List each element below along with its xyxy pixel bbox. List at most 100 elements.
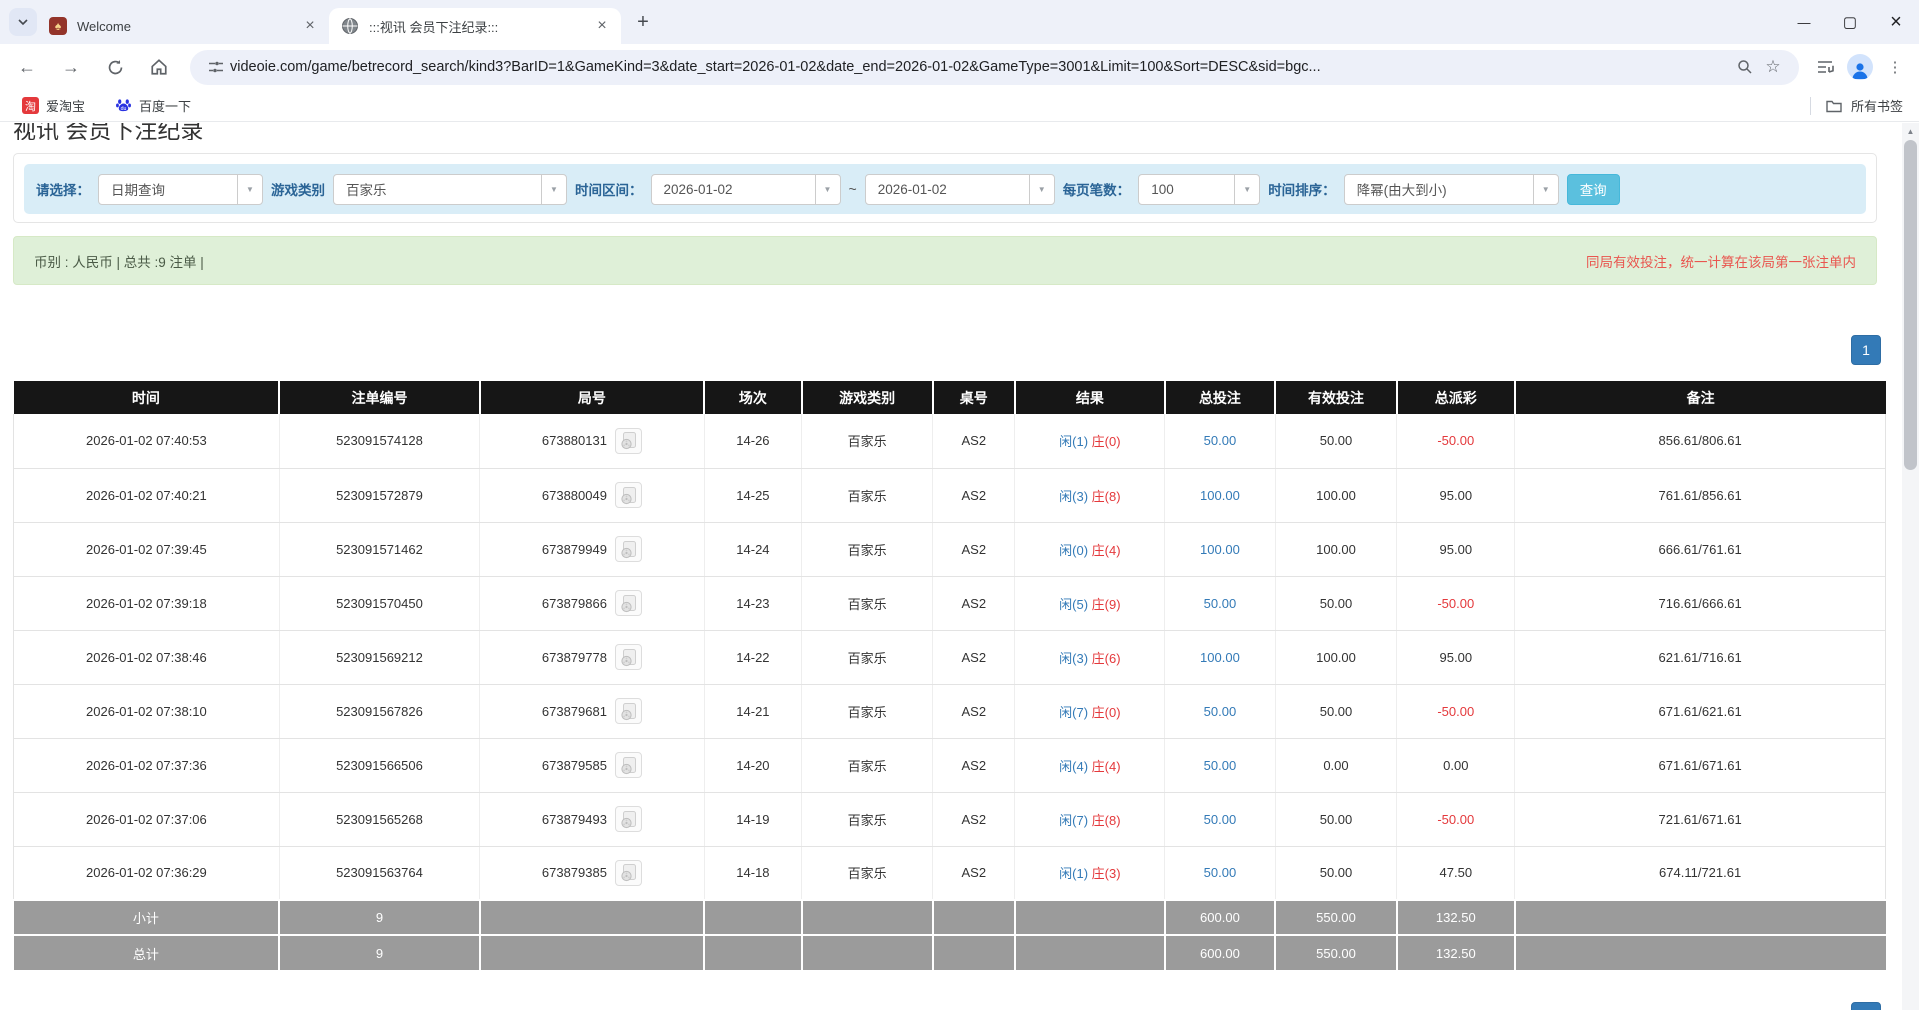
- table-header: 时间 注单编号 局号 场次 游戏类别 桌号 结果 总投注 有效投注 总派彩 备注: [14, 381, 1886, 414]
- cell-valid-bet: 50.00: [1275, 792, 1397, 846]
- footer-total-bet: 600.00: [1165, 935, 1275, 970]
- maximize-button[interactable]: ▢: [1827, 0, 1873, 44]
- cell-time: 2026-01-02 07:40:21: [14, 468, 280, 522]
- tab-welcome[interactable]: ♠ Welcome ×: [37, 8, 329, 44]
- cell-total-bet[interactable]: 50.00: [1165, 846, 1275, 900]
- bookmark-baidu[interactable]: du 百度一下: [107, 92, 199, 120]
- bookmark-star-icon[interactable]: ☆: [1759, 53, 1787, 81]
- video-replay-button[interactable]: [615, 482, 642, 508]
- cell-payout: -50.00: [1397, 576, 1515, 630]
- cell-total-bet[interactable]: 100.00: [1165, 630, 1275, 684]
- profile-avatar[interactable]: [1847, 54, 1873, 80]
- cell-result: 闲(0) 庄(4): [1015, 522, 1165, 576]
- video-replay-button[interactable]: [615, 644, 642, 670]
- tab-close-icon[interactable]: ×: [301, 17, 319, 35]
- col-valid-bet: 有效投注: [1275, 381, 1397, 414]
- footer-payout: 132.50: [1397, 935, 1515, 970]
- cell-bet-no: 523091563764: [279, 846, 479, 900]
- table-body: 2026-01-02 07:40:53 523091574128 6738801…: [14, 414, 1886, 900]
- page-1-button[interactable]: 1: [1851, 335, 1881, 365]
- forward-button[interactable]: →: [54, 50, 88, 84]
- video-replay-button[interactable]: [615, 536, 642, 562]
- date-start-input[interactable]: 2026-01-02 ▼: [651, 174, 841, 205]
- table-footer-row: 总计 9 600.00 550.00 132.50: [14, 935, 1886, 970]
- page-content: 视讯 会员下注纪录 请选择： 日期查询 ▼ 游戏类别 百家乐 ▼ 时间区间： 2…: [0, 123, 1902, 1010]
- reload-button[interactable]: [98, 50, 132, 84]
- video-replay-button[interactable]: [615, 860, 642, 886]
- zoom-icon[interactable]: [1731, 53, 1759, 81]
- home-button[interactable]: [142, 50, 176, 84]
- tab-close-icon[interactable]: ×: [593, 17, 611, 35]
- url-text[interactable]: videoie.com/game/betrecord_search/kind3?…: [230, 59, 1731, 75]
- cell-total-bet[interactable]: 50.00: [1165, 684, 1275, 738]
- cell-note: 666.61/761.61: [1515, 522, 1886, 576]
- media-controls-icon[interactable]: [1811, 53, 1839, 81]
- all-bookmarks[interactable]: 所有书签: [1810, 96, 1919, 115]
- video-replay-button[interactable]: [615, 752, 642, 778]
- tab-search-button[interactable]: [9, 8, 37, 36]
- video-replay-button[interactable]: [615, 806, 642, 832]
- cell-total-bet[interactable]: 100.00: [1165, 522, 1275, 576]
- site-settings-tune-icon[interactable]: [202, 53, 230, 81]
- cell-time: 2026-01-02 07:38:10: [14, 684, 280, 738]
- page-1-button[interactable]: 1: [1851, 1002, 1881, 1010]
- cell-payout: -50.00: [1397, 414, 1515, 468]
- query-type-select[interactable]: 日期查询 ▼: [98, 174, 263, 205]
- cell-valid-bet: 50.00: [1275, 846, 1397, 900]
- cell-session: 14-22: [704, 630, 801, 684]
- cell-round-no: 673880131: [480, 414, 705, 468]
- cell-round-no: 673880049: [480, 468, 705, 522]
- browser-menu-icon[interactable]: ⋮: [1881, 53, 1909, 81]
- cell-payout: 95.00: [1397, 468, 1515, 522]
- col-session: 场次: [704, 381, 801, 414]
- vertical-scrollbar[interactable]: ▲: [1902, 123, 1919, 1010]
- home-icon: [150, 58, 168, 76]
- table-row: 2026-01-02 07:40:53 523091574128 6738801…: [14, 414, 1886, 468]
- cell-table: AS2: [933, 630, 1015, 684]
- per-page-label: 每页笔数：: [1063, 179, 1131, 199]
- table-footer-row: 小计 9 600.00 550.00 132.50: [14, 900, 1886, 935]
- cell-total-bet[interactable]: 50.00: [1165, 576, 1275, 630]
- game-kind-select[interactable]: 百家乐 ▼: [333, 174, 567, 205]
- col-table: 桌号: [933, 381, 1015, 414]
- cell-round-no: 673879778: [480, 630, 705, 684]
- cell-payout: -50.00: [1397, 684, 1515, 738]
- divider: [1810, 97, 1811, 115]
- cell-bet-no: 523091571462: [279, 522, 479, 576]
- new-tab-button[interactable]: +: [629, 8, 657, 36]
- query-button[interactable]: 查询: [1567, 174, 1620, 205]
- filter-bar: 请选择： 日期查询 ▼ 游戏类别 百家乐 ▼ 时间区间： 2026-01-02 …: [24, 164, 1866, 214]
- close-button[interactable]: ×: [1873, 0, 1919, 44]
- cell-total-bet[interactable]: 50.00: [1165, 738, 1275, 792]
- cell-total-bet[interactable]: 50.00: [1165, 414, 1275, 468]
- scroll-up-icon[interactable]: ▲: [1902, 123, 1919, 139]
- svg-text:du: du: [121, 105, 127, 111]
- bet-record-table: 时间 注单编号 局号 场次 游戏类别 桌号 结果 总投注 有效投注 总派彩 备注…: [13, 381, 1886, 970]
- per-page-select[interactable]: 100 ▼: [1138, 174, 1260, 205]
- cell-game-kind: 百家乐: [802, 576, 933, 630]
- cell-session: 14-25: [704, 468, 801, 522]
- cell-note: 621.61/716.61: [1515, 630, 1886, 684]
- video-replay-button[interactable]: [615, 590, 642, 616]
- date-end-input[interactable]: 2026-01-02 ▼: [865, 174, 1055, 205]
- cell-time: 2026-01-02 07:36:29: [14, 846, 280, 900]
- col-note: 备注: [1515, 381, 1886, 414]
- cell-total-bet[interactable]: 100.00: [1165, 468, 1275, 522]
- bookmark-taobao[interactable]: 淘 爱淘宝: [14, 92, 93, 119]
- footer-total-bet: 600.00: [1165, 900, 1275, 935]
- sort-select[interactable]: 降幂(由大到小) ▼: [1344, 174, 1559, 205]
- film-icon: [619, 702, 638, 721]
- back-button[interactable]: ←: [10, 50, 44, 84]
- cell-game-kind: 百家乐: [802, 684, 933, 738]
- chevron-down-icon: ▼: [1029, 175, 1054, 204]
- cell-total-bet[interactable]: 50.00: [1165, 792, 1275, 846]
- scrollbar-thumb[interactable]: [1904, 140, 1917, 470]
- film-icon: [619, 756, 638, 775]
- cell-table: AS2: [933, 522, 1015, 576]
- video-replay-button[interactable]: [615, 698, 642, 724]
- video-replay-button[interactable]: [615, 428, 642, 454]
- minimize-button[interactable]: —: [1781, 0, 1827, 44]
- cell-round-no: 673879385: [480, 846, 705, 900]
- address-bar[interactable]: videoie.com/game/betrecord_search/kind3?…: [190, 50, 1799, 85]
- tab-betrecord[interactable]: :::视讯 会员下注纪录::: ×: [329, 8, 621, 44]
